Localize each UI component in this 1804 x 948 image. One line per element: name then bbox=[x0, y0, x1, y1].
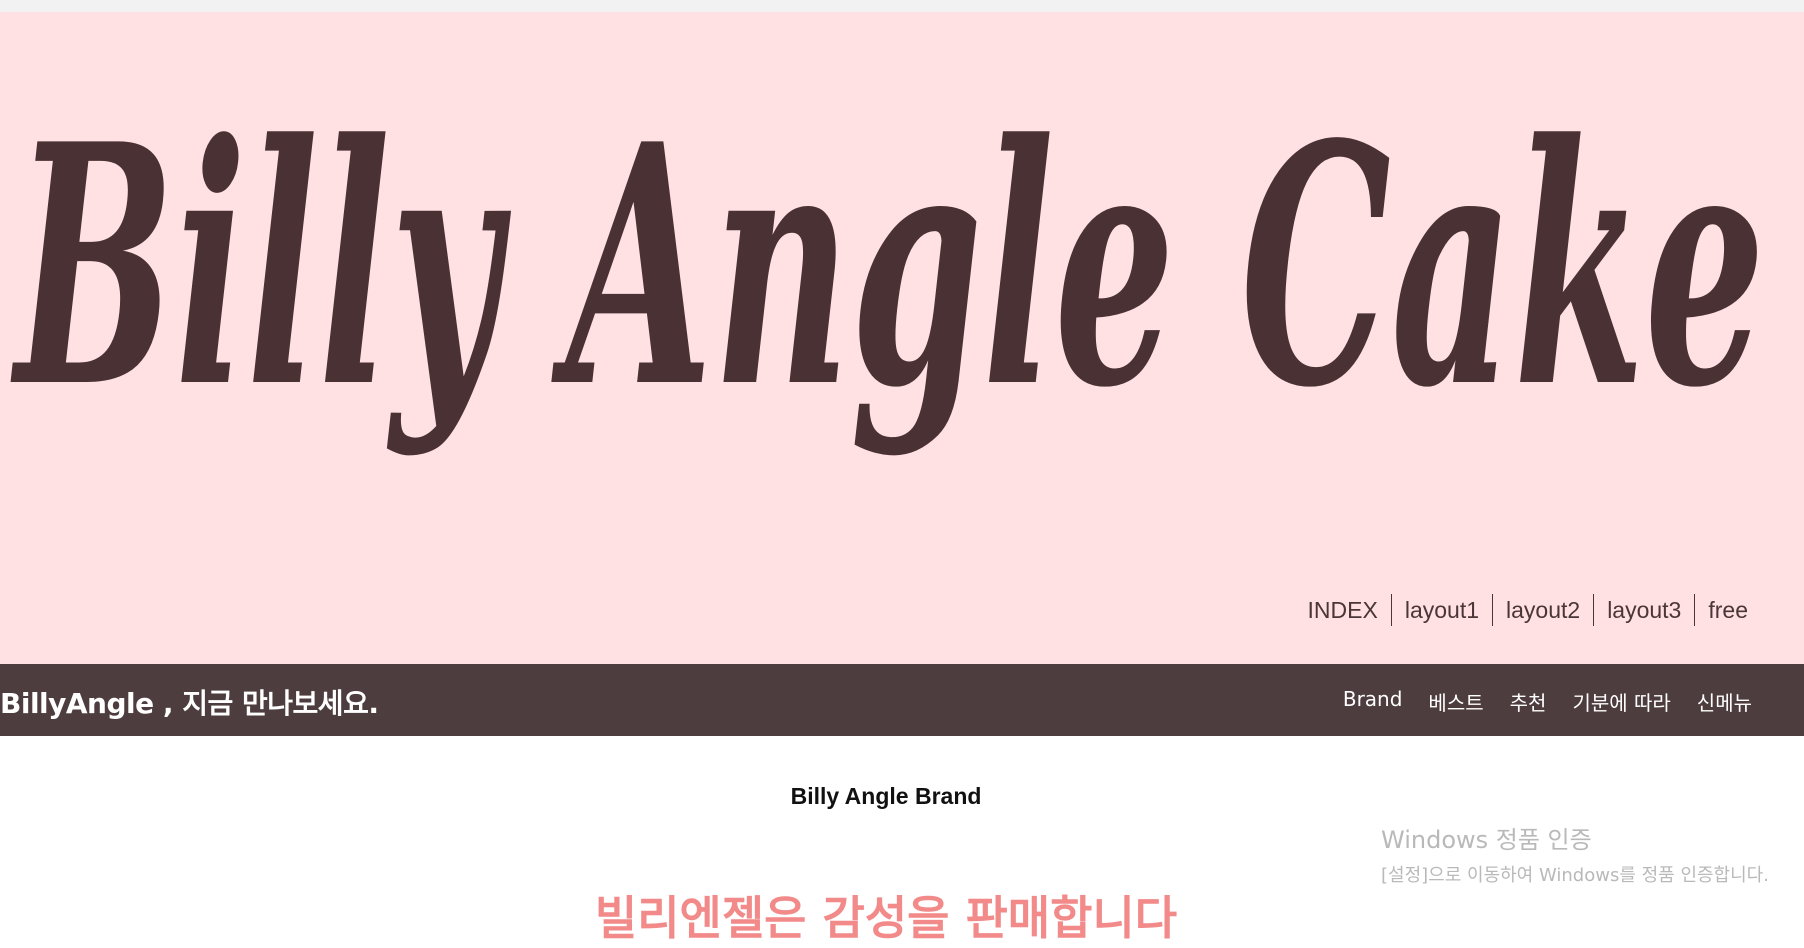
main-navbar: BillyAngle , 지금 만나보세요. Brand 베스트 추천 기분에 … bbox=[0, 664, 1804, 736]
link-layout2[interactable]: layout2 bbox=[1492, 594, 1593, 626]
navbar-title[interactable]: BillyAngle , 지금 만나보세요. bbox=[0, 682, 379, 722]
nav-item-new-menu[interactable]: 신메뉴 bbox=[1697, 687, 1752, 716]
link-free[interactable]: free bbox=[1694, 594, 1748, 626]
navbar-menu: Brand 베스트 추천 기분에 따라 신메뉴 bbox=[1343, 687, 1752, 716]
windows-activation-watermark: Windows 정품 인증 [설정]으로 이동하여 Windows를 정품 인증… bbox=[1381, 820, 1769, 887]
link-index[interactable]: INDEX bbox=[1295, 594, 1391, 626]
link-layout1[interactable]: layout1 bbox=[1390, 594, 1492, 626]
hero-banner: Billy Angle Cake INDEX layout1 layout2 l… bbox=[0, 12, 1804, 664]
browser-top-strip bbox=[0, 0, 1804, 12]
link-layout3[interactable]: layout3 bbox=[1593, 594, 1694, 626]
watermark-subtitle: [설정]으로 이동하여 Windows를 정품 인증합니다. bbox=[1381, 865, 1769, 886]
nav-item-recommend[interactable]: 추천 bbox=[1510, 687, 1547, 716]
watermark-title: Windows 정품 인증 bbox=[1381, 826, 1592, 854]
site-logo[interactable]: Billy Angle Cake bbox=[0, 52, 1780, 492]
nav-item-best[interactable]: 베스트 bbox=[1428, 687, 1483, 716]
brand-slogan-heading: 빌리엔젤은 감성을 판매합니다 bbox=[594, 891, 1178, 945]
top-link-bar: INDEX layout1 layout2 layout3 free bbox=[1295, 594, 1748, 626]
nav-item-by-mood[interactable]: 기분에 따라 bbox=[1572, 687, 1670, 716]
nav-item-brand[interactable]: Brand bbox=[1343, 687, 1403, 716]
logo-text: Billy Angle Cake bbox=[9, 72, 1765, 460]
section-heading: Billy Angle Brand bbox=[790, 783, 982, 810]
